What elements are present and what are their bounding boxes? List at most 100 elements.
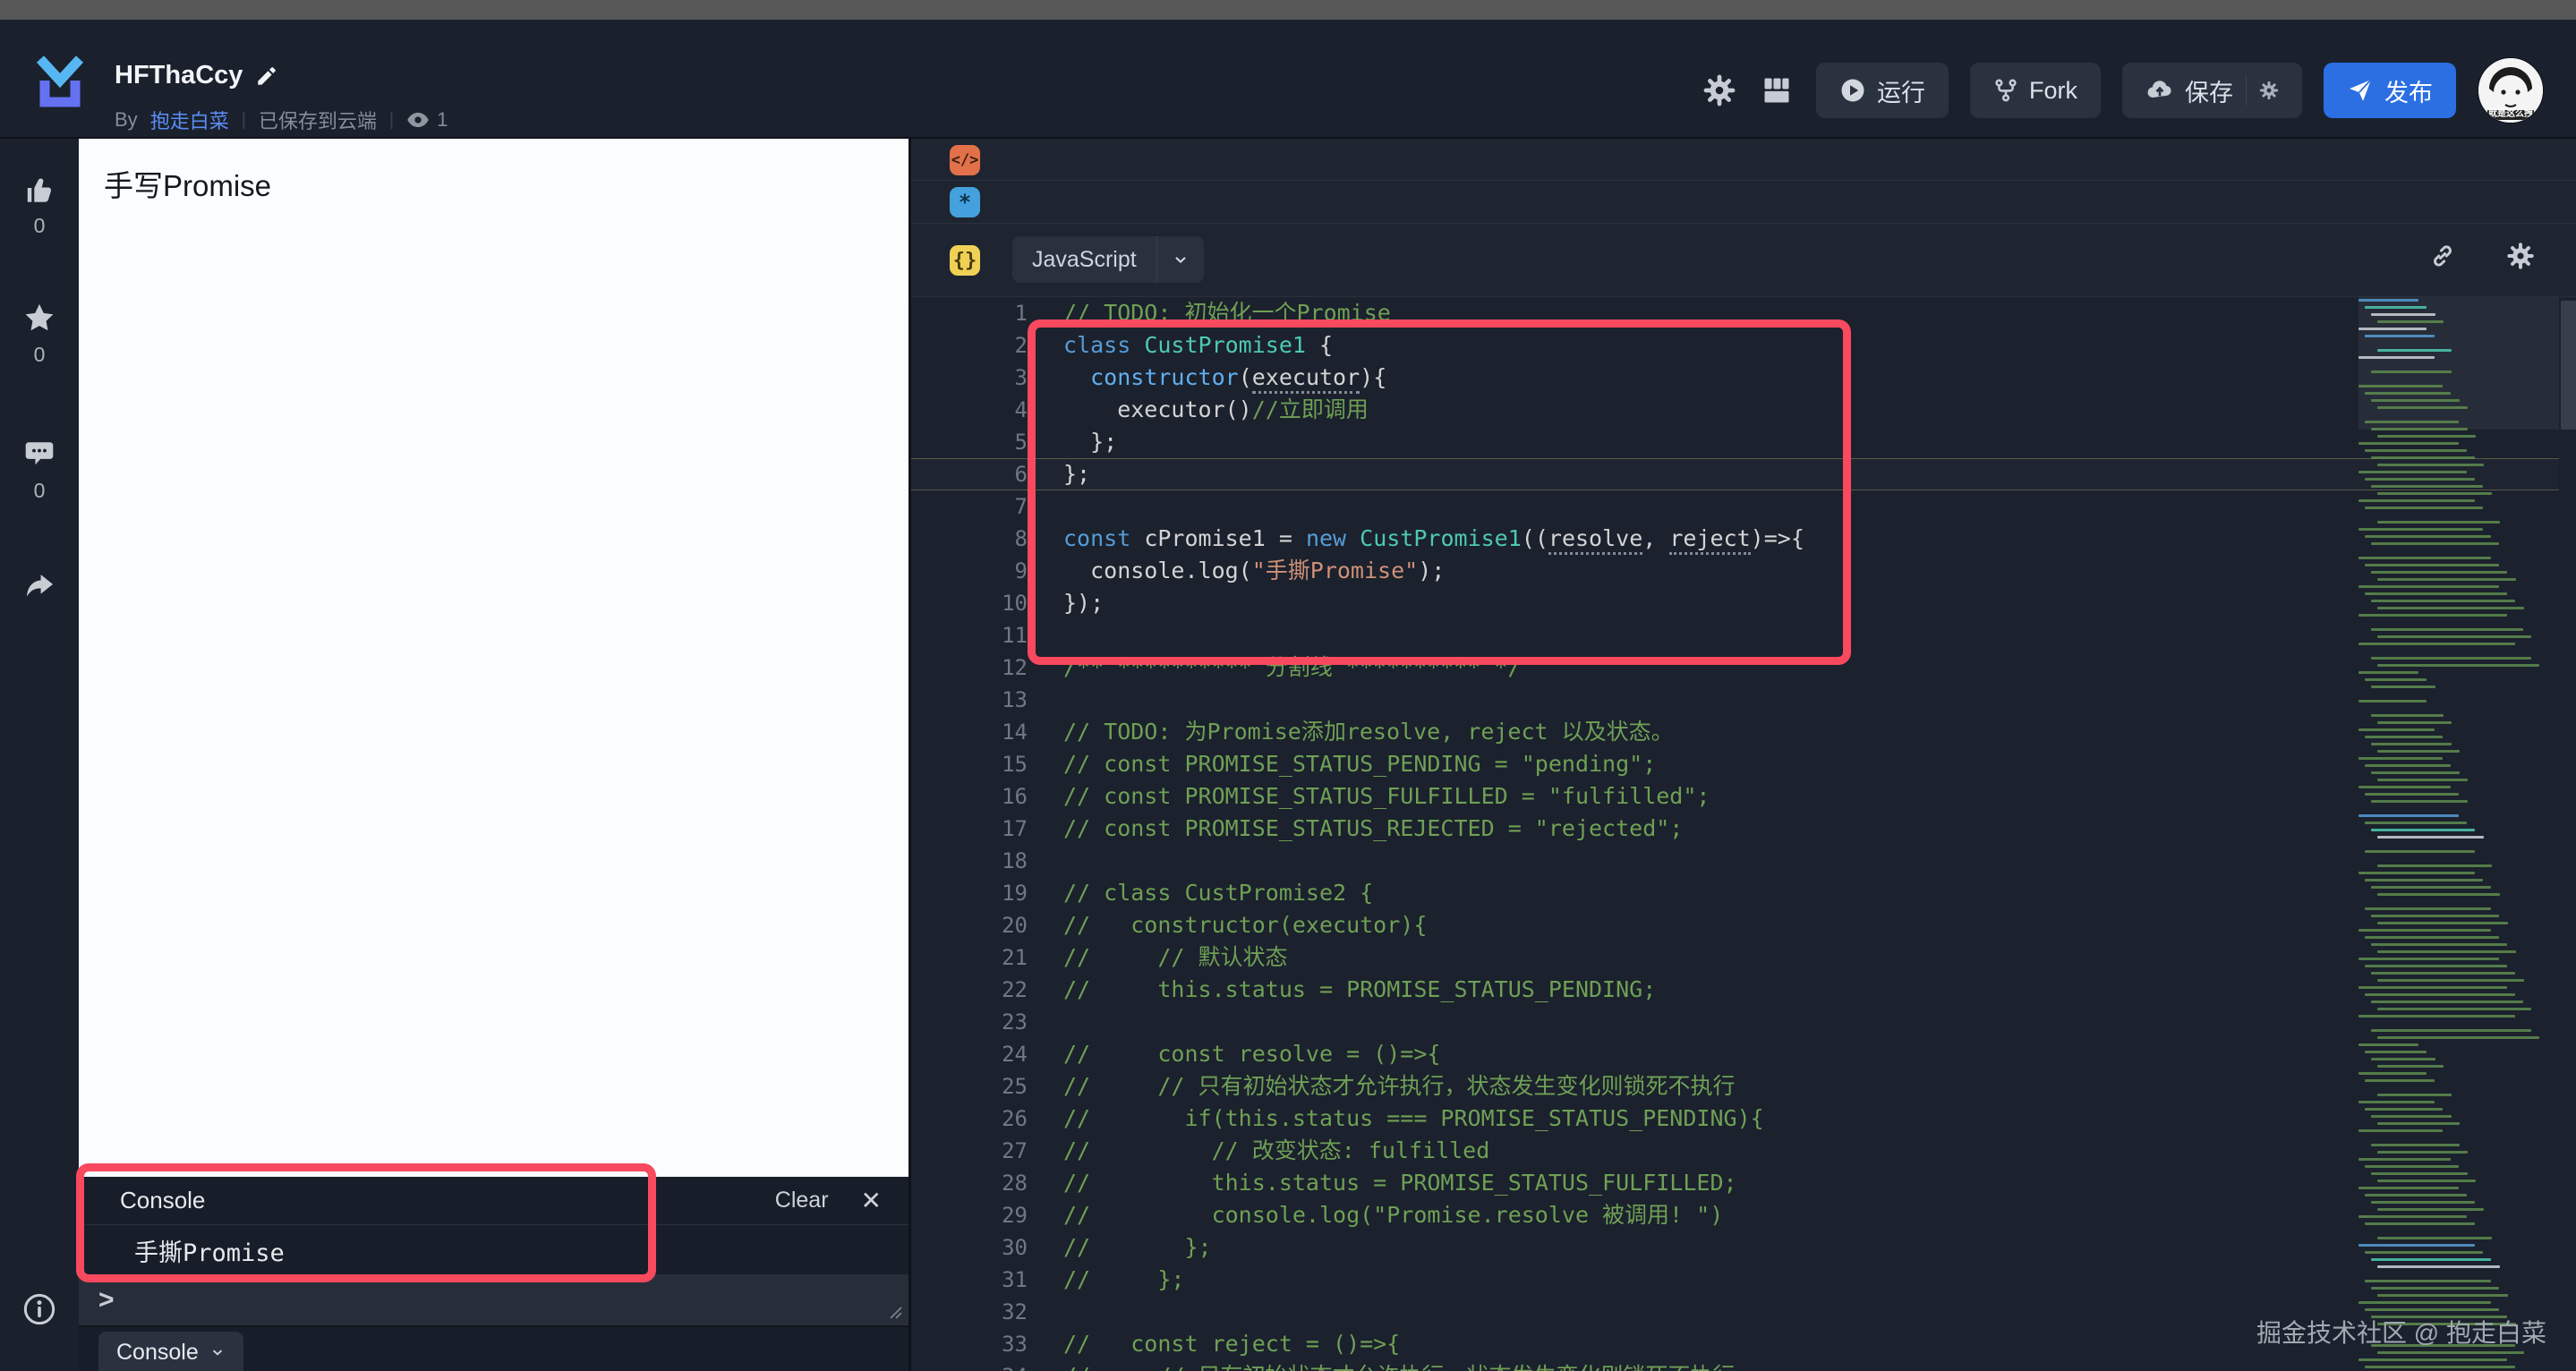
info-button[interactable] [0,1291,79,1327]
code-line-6[interactable]: 6}; [911,458,2576,490]
tab-html[interactable]: </> [911,139,2576,181]
code-line-18[interactable]: 18 [911,845,2576,877]
line-number: 23 [1002,1009,1028,1035]
view-count: 1 [406,108,448,132]
line-number: 30 [1002,1235,1028,1260]
author-link[interactable]: 抱走白菜 [150,106,229,134]
code-line-26[interactable]: 26// if(this.status === PROMISE_STATUS_P… [911,1103,2576,1135]
code-line-2[interactable]: 2 class CustPromise1 { [911,329,2576,362]
code-line-23[interactable]: 23 [911,1006,2576,1038]
sidebar: 0 0 0 [0,139,79,1371]
star-button[interactable] [0,302,79,336]
code-line-1[interactable]: 1// TODO: 初始化一个Promise [911,297,2576,329]
project-title: HFThaCcy [115,61,243,89]
console-close-button[interactable]: ✕ [861,1186,882,1215]
edit-title-icon[interactable] [255,64,278,88]
comment-button[interactable] [0,438,79,470]
code-line-15[interactable]: 15// const PROMISE_STATUS_PENDING = "pen… [911,748,2576,780]
code-line-34[interactable]: 34// // 只有初始状态才允许执行，状态发生变化则锁死不执行 [911,1360,2576,1371]
by-label: By [115,108,138,131]
publish-button[interactable]: 发布 [2324,63,2456,118]
chevron-down-icon [1157,251,1204,268]
html-icon: </> [950,145,980,175]
language-select-value: JavaScript [1032,246,1137,272]
line-number: 10 [1002,591,1028,616]
saved-status: 已保存到云端 [258,110,377,132]
console-prompt-symbol: > [98,1284,115,1315]
line-number: 7 [1014,494,1028,519]
line-number: 26 [1002,1106,1028,1131]
line-number: 22 [1002,977,1028,1002]
console-bottom-bar: Console [79,1325,908,1371]
code-line-17[interactable]: 17// const PROMISE_STATUS_REJECTED = "re… [911,813,2576,845]
code-line-5[interactable]: 5 }; [911,426,2576,458]
fork-button[interactable]: Fork [1970,63,2101,118]
code-line-20[interactable]: 20// constructor(executor){ [911,909,2576,941]
resize-handle[interactable] [887,1304,903,1320]
avatar[interactable]: 就是这么拽 [2478,57,2544,123]
code-line-4[interactable]: 4 executor()//立即调用 [911,394,2576,426]
code-lines: 1// TODO: 初始化一个Promise 2 class CustPromise… [911,297,2576,1371]
line-number: 15 [1002,752,1028,777]
line-number: 3 [1014,365,1028,390]
code-line-28[interactable]: 28// this.status = PROMISE_STATUS_FULFIL… [911,1167,2576,1199]
share-icon [27,575,54,597]
line-number: 4 [1014,397,1028,422]
minimap[interactable] [2358,297,2559,1371]
console-title: Console [120,1187,206,1213]
code-line-27[interactable]: 27// // 改变状态: fulfilled [911,1135,2576,1167]
like-button[interactable] [0,175,79,207]
layout-grid-icon[interactable] [1759,72,1795,108]
line-number: 34 [911,1360,1028,1371]
run-button[interactable]: 运行 [1816,63,1949,118]
byline: By 抱走白菜 | 已保存到云端 | 1 [115,106,448,134]
code-line-29[interactable]: 29// console.log("Promise.resolve 被调用! "… [911,1199,2576,1231]
code-line-25[interactable]: 25// // 只有初始状态才允许执行，状态发生变化则锁死不执行 [911,1070,2576,1103]
code-line-16[interactable]: 16// const PROMISE_STATUS_FULFILLED = "f… [911,780,2576,813]
code-line-24[interactable]: 24// const resolve = ()=>{ [911,1038,2576,1070]
save-settings-icon[interactable] [2259,81,2279,100]
code-line-7[interactable]: 7 [911,490,2576,523]
code-line-22[interactable]: 22// this.status = PROMISE_STATUS_PENDIN… [911,974,2576,1006]
line-number: 29 [1002,1203,1028,1228]
line-number: 14 [1002,720,1028,745]
line-number: 18 [1002,848,1028,873]
share-button[interactable] [0,570,79,604]
code-editor[interactable]: 1// TODO: 初始化一个Promise 2 class CustPromise… [911,297,2576,1371]
scrollbar-thumb[interactable] [2561,301,2576,430]
chevron-down-icon [212,1350,222,1356]
like-count: 0 [33,214,46,237]
code-line-12[interactable]: 12/** ********** 分割线 ********** */ [911,651,2576,684]
tab-css[interactable]: * [911,181,2576,224]
code-line-10[interactable]: 10}); [911,587,2576,619]
code-line-21[interactable]: 21// // 默认状态 [911,941,2576,974]
settings-icon[interactable] [1702,72,1737,108]
console-toggle-button[interactable]: Console [98,1332,243,1371]
code-line-3[interactable]: 3 constructor(executor){ [911,362,2576,394]
console-input-row[interactable]: > [79,1274,908,1325]
code-line-8[interactable]: 8 const cPromise1 = new CustPromise1((res… [911,523,2576,555]
code-line-9[interactable]: 9 console.log("手撕Promise"); [911,555,2576,587]
code-line-19[interactable]: 19// class CustPromise2 { [911,877,2576,909]
line-number: 31 [1002,1267,1028,1292]
comment-icon [25,442,54,465]
code-line-14[interactable]: 14// TODO: 为Promise添加resolve, reject 以及状… [911,716,2576,748]
link-icon[interactable] [2429,243,2456,269]
cloud-save-icon [2147,81,2171,98]
app-logo[interactable] [34,52,86,111]
save-button[interactable]: 保存 [2122,63,2302,118]
console-clear-button[interactable]: Clear [775,1188,829,1213]
star-icon [25,303,54,331]
code-line-11[interactable]: 11 [911,619,2576,651]
code-line-30[interactable]: 30// }; [911,1231,2576,1264]
language-select[interactable]: JavaScript [1012,236,1204,283]
line-number: 28 [1002,1171,1028,1196]
code-line-31[interactable]: 31// }; [911,1264,2576,1296]
line-number: 19 [1002,881,1028,906]
play-icon [1841,79,1864,102]
code-line-13[interactable]: 13 [911,684,2576,716]
line-number: 20 [1002,913,1028,938]
tab-js[interactable]: {} JavaScript [911,224,2576,297]
avatar-caption: 就是这么拽 [2488,109,2533,119]
editor-settings-icon[interactable] [2506,242,2535,270]
